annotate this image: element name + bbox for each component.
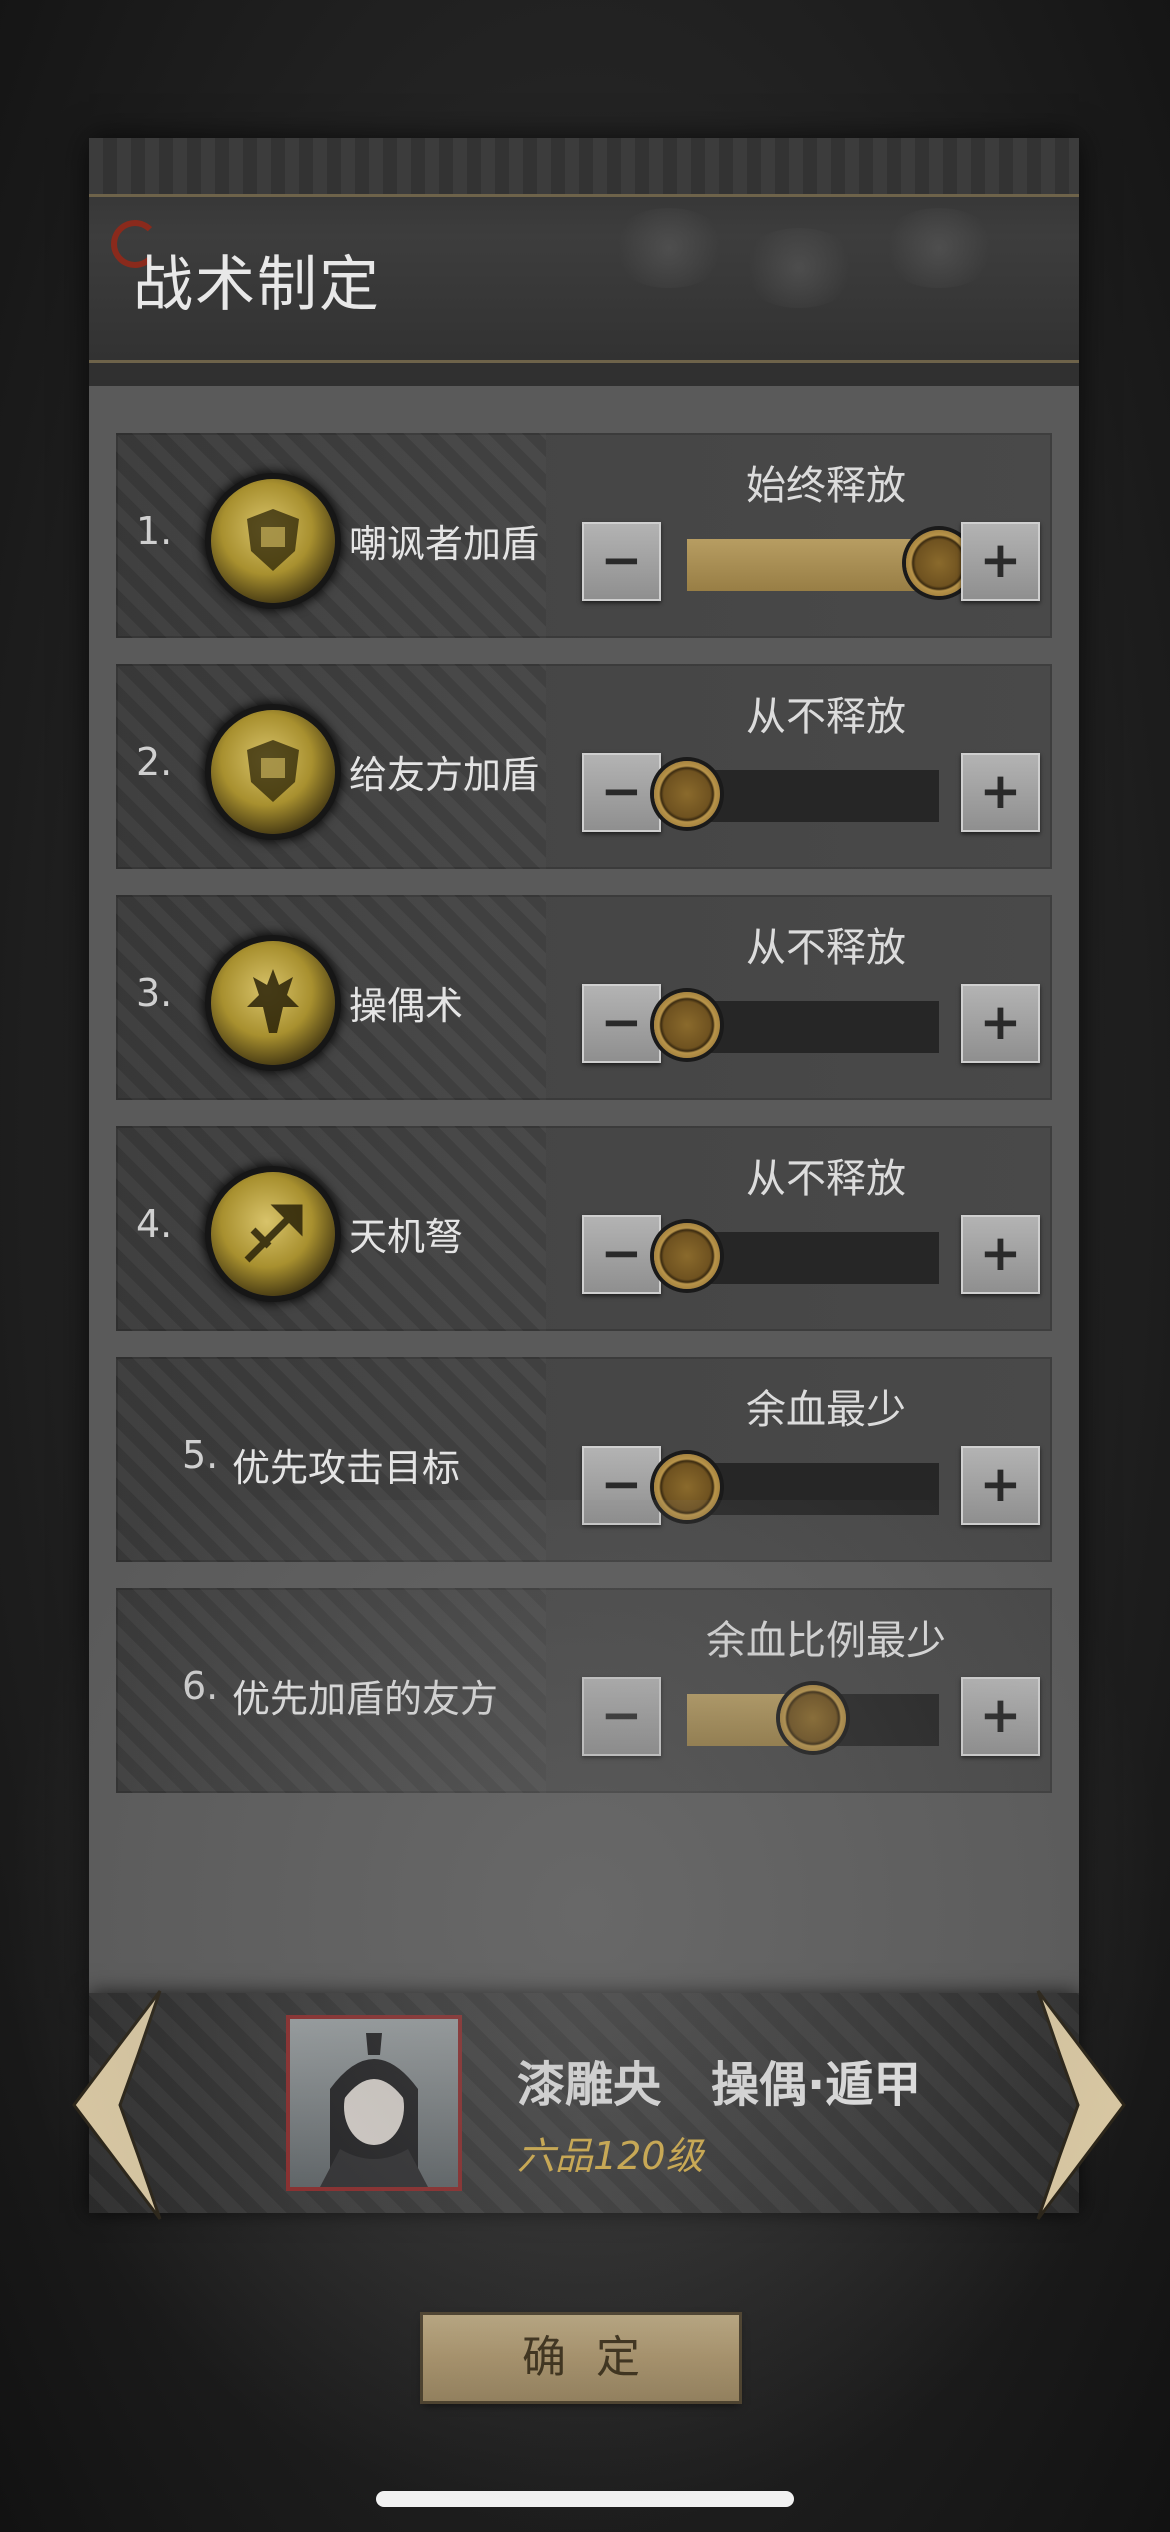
puppet-skill-icon [211, 941, 335, 1065]
previous-character-arrow-icon[interactable] [68, 1985, 168, 2225]
tactic-row-6: 6. 优先加盾的友方 余血比例最少 − + [116, 1588, 1052, 1793]
increase-button[interactable]: + [961, 522, 1040, 601]
decrease-button[interactable]: − [582, 1446, 661, 1525]
row-number: 4. [136, 1202, 173, 1246]
row-number: 2. [136, 740, 173, 784]
tactic-label: 操偶术 [349, 984, 464, 1028]
character-bar: 漆雕央 操偶·遁甲 六品120级 [89, 1993, 1079, 2213]
header-trim [89, 138, 1079, 197]
slider-knob[interactable] [780, 1685, 846, 1751]
confirm-button[interactable]: 确定 [423, 2315, 739, 2401]
panel-header: 战术制定 [89, 138, 1079, 386]
decrease-button[interactable]: − [582, 522, 661, 601]
crossbow-skill-icon [211, 1172, 335, 1296]
slider-fill [687, 539, 939, 591]
option-slider[interactable] [687, 1685, 939, 1751]
character-portrait[interactable] [286, 2015, 462, 2191]
screen: 战术制定 1. 嘲讽者加盾 始终释放 − + 2. 给友方加盾 从不释放 − +… [0, 0, 1170, 2532]
row-number: 3. [136, 971, 173, 1015]
cloud-ornament [879, 208, 999, 288]
next-character-arrow-icon[interactable] [1030, 1985, 1130, 2225]
home-indicator[interactable] [376, 2491, 794, 2507]
cloud-ornament [609, 208, 729, 288]
tactic-label: 优先攻击目标 [232, 1446, 461, 1490]
slider-knob[interactable] [654, 1454, 720, 1520]
tactic-label: 嘲讽者加盾 [349, 522, 540, 566]
slider-knob[interactable] [654, 1223, 720, 1289]
page-title: 战术制定 [133, 250, 381, 320]
tactic-row-1: 1. 嘲讽者加盾 始终释放 − + [116, 433, 1052, 638]
header-trim [89, 360, 1079, 386]
increase-button[interactable]: + [961, 984, 1040, 1063]
increase-button[interactable]: + [961, 1215, 1040, 1294]
tactic-row-5: 5. 优先攻击目标 余血最少 − + [116, 1357, 1052, 1562]
row-number: 6. [182, 1664, 219, 1708]
tactic-row-2: 2. 给友方加盾 从不释放 − + [116, 664, 1052, 869]
increase-button[interactable]: + [961, 1677, 1040, 1756]
option-slider[interactable] [687, 530, 972, 596]
tactic-label: 给友方加盾 [349, 753, 540, 797]
row-number: 1. [136, 509, 173, 553]
decrease-button[interactable]: − [582, 984, 661, 1063]
character-rank: 六品120级 [517, 2134, 704, 2178]
decrease-button[interactable]: − [582, 753, 661, 832]
shield-skill-icon [211, 710, 335, 834]
tactic-option: 从不释放 [746, 925, 906, 971]
tactics-panel: 战术制定 1. 嘲讽者加盾 始终释放 − + 2. 给友方加盾 从不释放 − +… [89, 138, 1079, 1998]
slider-knob[interactable] [654, 992, 720, 1058]
increase-button[interactable]: + [961, 1446, 1040, 1525]
option-slider[interactable] [654, 992, 939, 1058]
tactic-row-4: 4. 天机弩 从不释放 − + [116, 1126, 1052, 1331]
tactic-option: 从不释放 [746, 1156, 906, 1202]
increase-button[interactable]: + [961, 753, 1040, 832]
tactic-row-3: 3. 操偶术 从不释放 − + [116, 895, 1052, 1100]
tactic-option: 始终释放 [746, 463, 906, 509]
option-slider[interactable] [654, 1454, 939, 1520]
tactic-label: 天机弩 [349, 1215, 464, 1259]
option-slider[interactable] [654, 761, 939, 827]
option-slider[interactable] [654, 1223, 939, 1289]
tactic-option: 余血最少 [746, 1387, 906, 1433]
tactic-option: 余血比例最少 [706, 1618, 946, 1664]
character-name: 漆雕央 [517, 2057, 662, 2113]
tactic-option: 从不释放 [746, 694, 906, 740]
character-class: 操偶·遁甲 [711, 2057, 922, 2113]
shield-skill-icon [211, 479, 335, 603]
decrease-button[interactable]: − [582, 1677, 661, 1756]
decrease-button[interactable]: − [582, 1215, 661, 1294]
slider-knob[interactable] [654, 761, 720, 827]
cloud-ornament [739, 228, 859, 308]
tactic-label: 优先加盾的友方 [232, 1677, 499, 1721]
row-number: 5. [182, 1433, 219, 1477]
